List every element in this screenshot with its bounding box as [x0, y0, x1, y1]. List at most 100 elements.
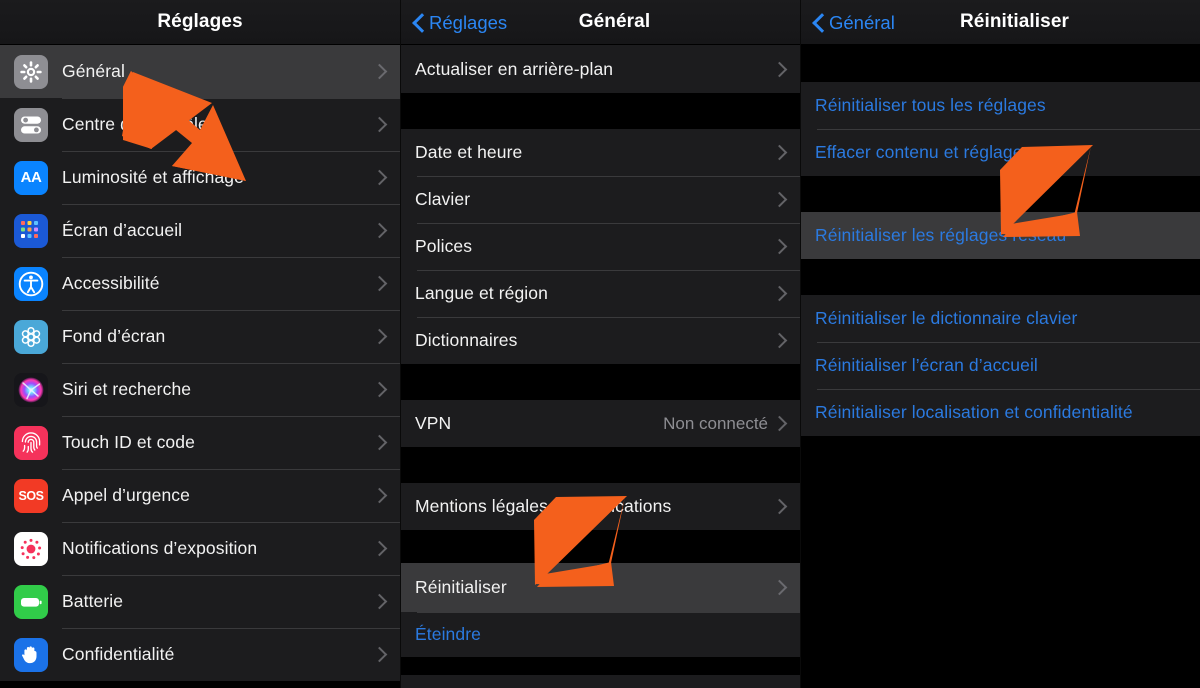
reset-group-1: Réinitialiser tous les réglages Effacer …	[801, 82, 1200, 176]
general-row-keyboard[interactable]: Clavier	[401, 176, 800, 223]
settings-row-general[interactable]: Général	[0, 45, 400, 98]
reset-row-label: Réinitialiser l’écran d’accueil	[815, 355, 1038, 375]
settings-row-label: Fond d’écran	[62, 326, 166, 346]
gear-icon	[14, 54, 48, 89]
chevron-right-icon	[778, 61, 788, 78]
reset-group-2: Réinitialiser les réglages réseau	[801, 212, 1200, 259]
settings-row-accessibility[interactable]: Accessibilité	[0, 257, 400, 310]
settings-row-label: Notifications d’exposition	[62, 538, 258, 558]
reset-group-3: Réinitialiser le dictionnaire clavier Ré…	[801, 295, 1200, 436]
control-center-icon	[14, 107, 48, 142]
general-row-label: Langue et région	[415, 283, 548, 303]
ios-settings-three-panel-screenshot: Réglages Général Centre de contrôle AA L…	[0, 0, 1200, 688]
page-title-general: Général	[578, 11, 651, 32]
settings-row-label: Écran d’accueil	[62, 220, 183, 240]
chevron-right-icon	[378, 275, 388, 292]
chevron-right-icon	[378, 593, 388, 610]
general-row-label: Date et heure	[415, 142, 523, 162]
settings-row-control-center[interactable]: Centre de contrôle	[0, 98, 400, 151]
chevron-right-icon	[778, 238, 788, 255]
chevron-right-icon	[778, 415, 788, 432]
panel-settings: Réglages Général Centre de contrôle AA L…	[0, 0, 400, 688]
display-brightness-icon: AA	[14, 160, 48, 195]
general-row-background-refresh[interactable]: Actualiser en arrière-plan	[401, 45, 800, 93]
general-row-label: Dictionnaires	[415, 330, 518, 350]
settings-row-battery[interactable]: Batterie	[0, 575, 400, 628]
chevron-left-icon	[413, 13, 424, 32]
settings-row-label: Luminosité et affichage	[62, 167, 244, 187]
reset-row-erase-content[interactable]: Effacer contenu et réglages	[801, 129, 1200, 176]
settings-row-home-screen[interactable]: Écran d’accueil	[0, 204, 400, 257]
chevron-right-icon	[378, 222, 388, 239]
siri-icon	[14, 372, 48, 407]
general-row-language-region[interactable]: Langue et région	[401, 270, 800, 317]
chevron-right-icon	[778, 579, 788, 596]
navbar-reset: Général Réinitialiser	[801, 0, 1200, 45]
general-row-date-time[interactable]: Date et heure	[401, 129, 800, 176]
battery-icon	[14, 584, 48, 619]
general-row-shutdown[interactable]: Éteindre	[401, 612, 800, 657]
settings-row-exposure-notifications[interactable]: Notifications d’exposition	[0, 522, 400, 575]
settings-row-wallpaper[interactable]: Fond d’écran	[0, 310, 400, 363]
wallpaper-icon	[14, 319, 48, 354]
settings-row-label: Siri et recherche	[62, 379, 192, 399]
chevron-right-icon	[378, 434, 388, 451]
touch-id-icon	[14, 425, 48, 460]
reset-group-gap-2	[801, 259, 1200, 295]
settings-row-label: Appel d’urgence	[62, 485, 190, 505]
aa-glyph: AA	[20, 169, 42, 186]
privacy-hand-icon	[14, 637, 48, 672]
vpn-status-value: Non connecté	[663, 413, 768, 433]
navbar-general: Réglages Général	[401, 0, 800, 45]
general-row-fonts[interactable]: Polices	[401, 223, 800, 270]
back-button-label: Général	[829, 11, 895, 33]
back-button-settings[interactable]: Réglages	[413, 0, 507, 45]
chevron-right-icon	[378, 540, 388, 557]
page-title-settings: Réglages	[157, 11, 243, 32]
chevron-left-icon	[813, 13, 824, 32]
general-group-gap-1	[401, 93, 800, 129]
chevron-right-icon	[378, 169, 388, 186]
general-group-2: Date et heure Clavier Polices Langue et …	[401, 129, 800, 364]
settings-row-label: Confidentialité	[62, 644, 175, 664]
settings-row-siri-search[interactable]: Siri et recherche	[0, 363, 400, 416]
general-row-legal[interactable]: Mentions légales et certifications	[401, 483, 800, 530]
general-row-label: Mentions légales et certifications	[415, 496, 672, 516]
general-group-gap-4	[401, 530, 800, 563]
general-row-label: Polices	[415, 236, 473, 256]
settings-group-gap	[0, 681, 400, 688]
general-row-dictionaries[interactable]: Dictionnaires	[401, 317, 800, 364]
general-group-5: Réinitialiser Éteindre	[401, 563, 800, 657]
general-group-3: VPN Non connecté	[401, 400, 800, 447]
home-screen-icon	[14, 213, 48, 248]
general-row-reset[interactable]: Réinitialiser	[401, 563, 800, 612]
general-row-label: VPN	[415, 413, 452, 433]
general-group-gap-3	[401, 447, 800, 483]
reset-row-location-privacy[interactable]: Réinitialiser localisation et confidenti…	[801, 389, 1200, 436]
reset-row-keyboard-dictionary[interactable]: Réinitialiser le dictionnaire clavier	[801, 295, 1200, 342]
sos-icon: SOS	[14, 478, 48, 513]
general-row-label: Clavier	[415, 189, 471, 209]
reset-row-label: Effacer contenu et réglages	[815, 142, 1032, 162]
settings-row-privacy[interactable]: Confidentialité	[0, 628, 400, 681]
settings-row-emergency-sos[interactable]: SOS Appel d’urgence	[0, 469, 400, 522]
chevron-right-icon	[778, 191, 788, 208]
reset-row-network-settings[interactable]: Réinitialiser les réglages réseau	[801, 212, 1200, 259]
settings-row-label: Accessibilité	[62, 273, 160, 293]
reset-row-all-settings[interactable]: Réinitialiser tous les réglages	[801, 82, 1200, 129]
settings-row-touch-id[interactable]: Touch ID et code	[0, 416, 400, 469]
panel-reset: Général Réinitialiser Réinitialiser tous…	[800, 0, 1200, 688]
back-button-general[interactable]: Général	[813, 0, 895, 45]
reset-group-gap-1	[801, 176, 1200, 212]
reset-row-home-screen[interactable]: Réinitialiser l’écran d’accueil	[801, 342, 1200, 389]
settings-list: Général Centre de contrôle AA Luminosité…	[0, 45, 400, 688]
settings-group-1: Général Centre de contrôle AA Luminosité…	[0, 45, 400, 681]
navbar-settings: Réglages	[0, 0, 400, 45]
reset-row-label: Réinitialiser tous les réglages	[815, 95, 1046, 115]
settings-row-display-brightness[interactable]: AA Luminosité et affichage	[0, 151, 400, 204]
general-row-vpn[interactable]: VPN Non connecté	[401, 400, 800, 447]
panel-general: Réglages Général Actualiser en arrière-p…	[400, 0, 800, 688]
chevron-right-icon	[778, 332, 788, 349]
chevron-right-icon	[778, 285, 788, 302]
chevron-right-icon	[378, 63, 388, 80]
